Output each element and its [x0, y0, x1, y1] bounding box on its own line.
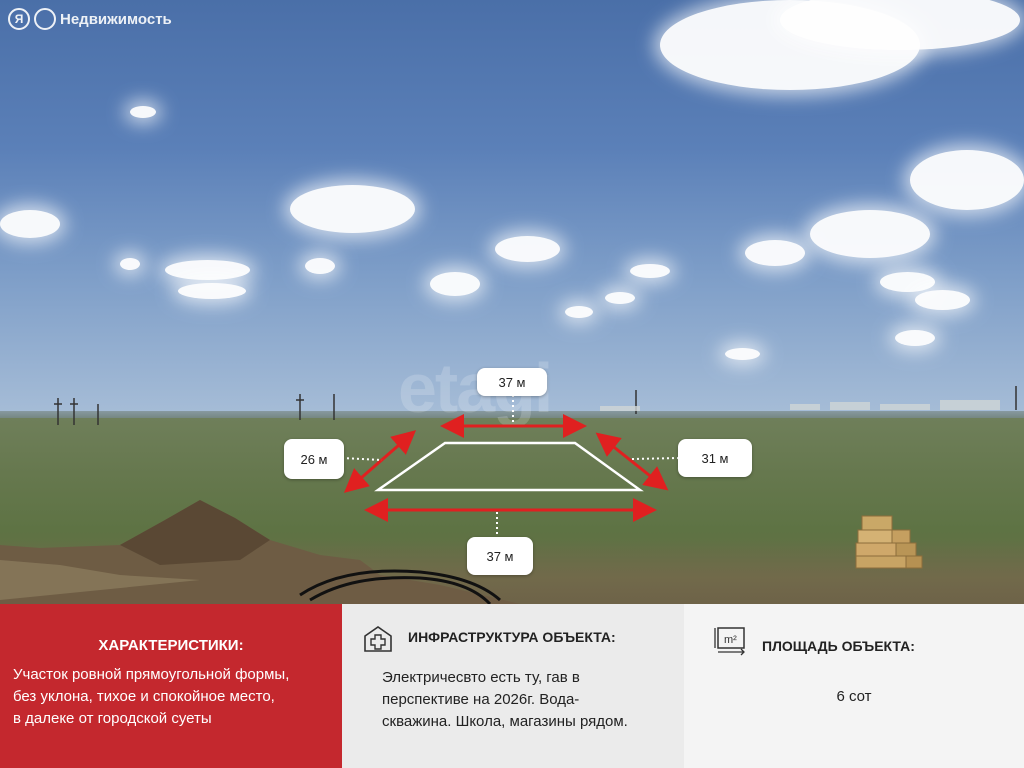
infrastructure-text: Электричесвто есть ту, гав в перспективе… — [382, 667, 682, 733]
characteristics-panel: ХАРАКТЕРИСТИКИ: Участок ровной прямоугол… — [0, 604, 342, 768]
characteristics-line: в далеке от городской суеты — [13, 710, 212, 727]
infrastructure-line: Электричесвто есть ту, гав в — [382, 669, 580, 686]
dimension-label-left: 26 м — [284, 439, 344, 479]
svg-text:m²: m² — [724, 634, 737, 646]
infrastructure-line: перспективе на 2026г. Вода- — [382, 691, 580, 708]
dimension-label-top: 37 м — [477, 368, 547, 396]
infrastructure-panel: ИНФРАСТРУКТУРА ОБЪЕКТА: Электричесвто ес… — [342, 604, 684, 768]
characteristics-text: Участок ровной прямоугольной формы, без … — [13, 664, 343, 730]
area-panel: m² ПЛОЩАДЬ ОБЪЕКТА: 6 сот — [684, 604, 1024, 768]
area-title: ПЛОЩАДЬ ОБЪЕКТА: — [762, 638, 915, 654]
area-m2-icon: m² — [714, 627, 745, 656]
characteristics-title: ХАРАКТЕРИСТИКИ: — [98, 637, 244, 654]
photo-scene: Я Недвижимость etagi 37 м 26 м 31 м 37 м — [0, 0, 1024, 604]
hospital-plus-icon — [364, 626, 392, 652]
dimension-label-right: 31 м — [678, 439, 752, 477]
infrastructure-line: скважина. Школа, магазины рядом. — [382, 713, 628, 730]
right-dimension-arrow — [595, 432, 669, 491]
left-dimension-arrow — [343, 430, 417, 493]
area-value: 6 сот — [836, 688, 872, 705]
plot-diagram — [341, 395, 681, 538]
characteristics-line: Участок ровной прямоугольной формы, — [13, 666, 290, 683]
plot-outline — [374, 441, 644, 492]
characteristics-line: без уклона, тихое и спокойное место, — [13, 688, 275, 705]
infrastructure-title: ИНФРАСТРУКТУРА ОБЪЕКТА: — [408, 629, 616, 645]
dimension-label-bottom: 37 м — [467, 537, 533, 575]
